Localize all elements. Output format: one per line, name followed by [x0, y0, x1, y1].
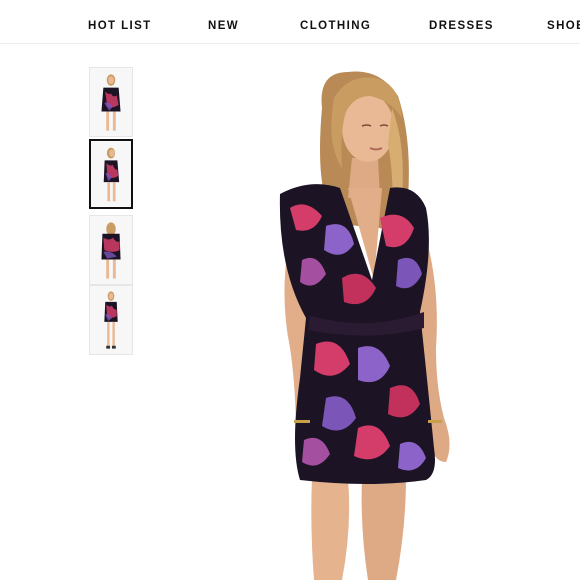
nav-item-hot-list[interactable]: HOT LIST — [88, 20, 152, 32]
nav-item-new[interactable]: NEW — [208, 20, 239, 32]
nav-item-shoes[interactable]: SHOE — [547, 20, 580, 32]
model-full-length-image — [90, 286, 132, 354]
model-front-image — [90, 68, 132, 136]
top-navigation: HOT LIST NEW CLOTHING DRESSES SHOE — [0, 0, 580, 44]
thumbnail-back[interactable] — [89, 215, 133, 285]
model-in-floral-dress-image — [230, 48, 520, 580]
product-main-image[interactable] — [230, 48, 520, 580]
nav-item-dresses[interactable]: DRESSES — [429, 20, 494, 32]
model-side-image — [91, 142, 131, 206]
nav-item-clothing[interactable]: CLOTHING — [300, 20, 371, 32]
thumbnail-full-length[interactable] — [89, 285, 133, 355]
thumbnail-side-selected[interactable] — [89, 139, 133, 209]
model-back-image — [90, 216, 132, 284]
thumbnail-front[interactable] — [89, 67, 133, 137]
